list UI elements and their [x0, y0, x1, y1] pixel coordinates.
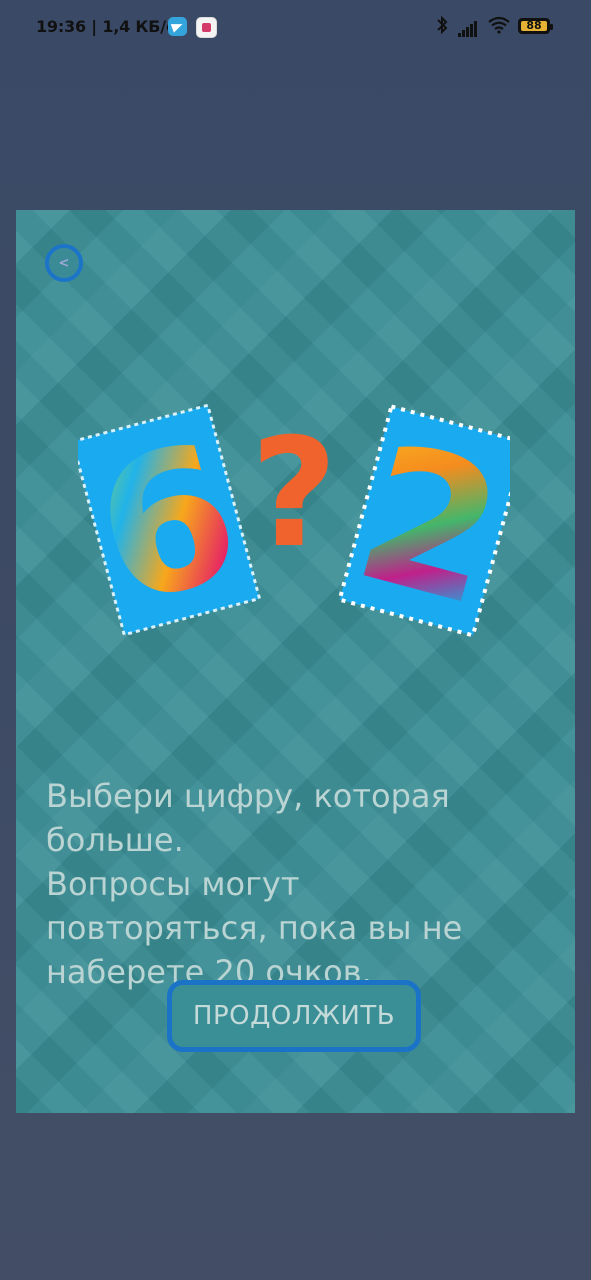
- intro-card: < 6 ? 2 Выбери цифру, которая больше. Во…: [16, 210, 575, 1113]
- instruction-line: Выбери цифру, которая: [46, 777, 450, 815]
- compare-digits-illustration: 6 ? 2: [78, 401, 510, 649]
- question-mark: ?: [250, 407, 337, 581]
- back-button[interactable]: <: [45, 244, 83, 282]
- stamp-two: 2: [337, 401, 510, 649]
- instruction-text: Выбери цифру, которая больше. Вопросы мо…: [46, 774, 546, 994]
- app-notification-icon: [196, 17, 217, 38]
- status-bar: 19:36 | 1,4 КБ/с 88: [0, 0, 591, 56]
- bluetooth-icon: [436, 15, 448, 38]
- instruction-line: Вопросы могут: [46, 865, 300, 903]
- telegram-icon: [168, 17, 187, 36]
- instruction-line: больше.: [46, 821, 184, 859]
- battery-level: 88: [526, 19, 542, 32]
- battery-icon: 88: [518, 18, 553, 34]
- wifi-icon: [487, 16, 511, 38]
- stamp-six: 6: [78, 401, 262, 649]
- instruction-line: повторяться, пока вы не: [46, 909, 463, 947]
- back-arrow-icon: <: [58, 255, 70, 271]
- digit-six: 6: [78, 401, 260, 649]
- digit-two: 2: [338, 401, 510, 649]
- screen: 19:36 | 1,4 КБ/с 88 < 6 ? 2 Выбери цифру…: [0, 0, 591, 1280]
- signal-icon: [458, 18, 478, 37]
- status-time: 19:36 | 1,4 КБ/с: [36, 17, 176, 36]
- continue-button[interactable]: ПРОДОЛЖИТЬ: [167, 980, 421, 1052]
